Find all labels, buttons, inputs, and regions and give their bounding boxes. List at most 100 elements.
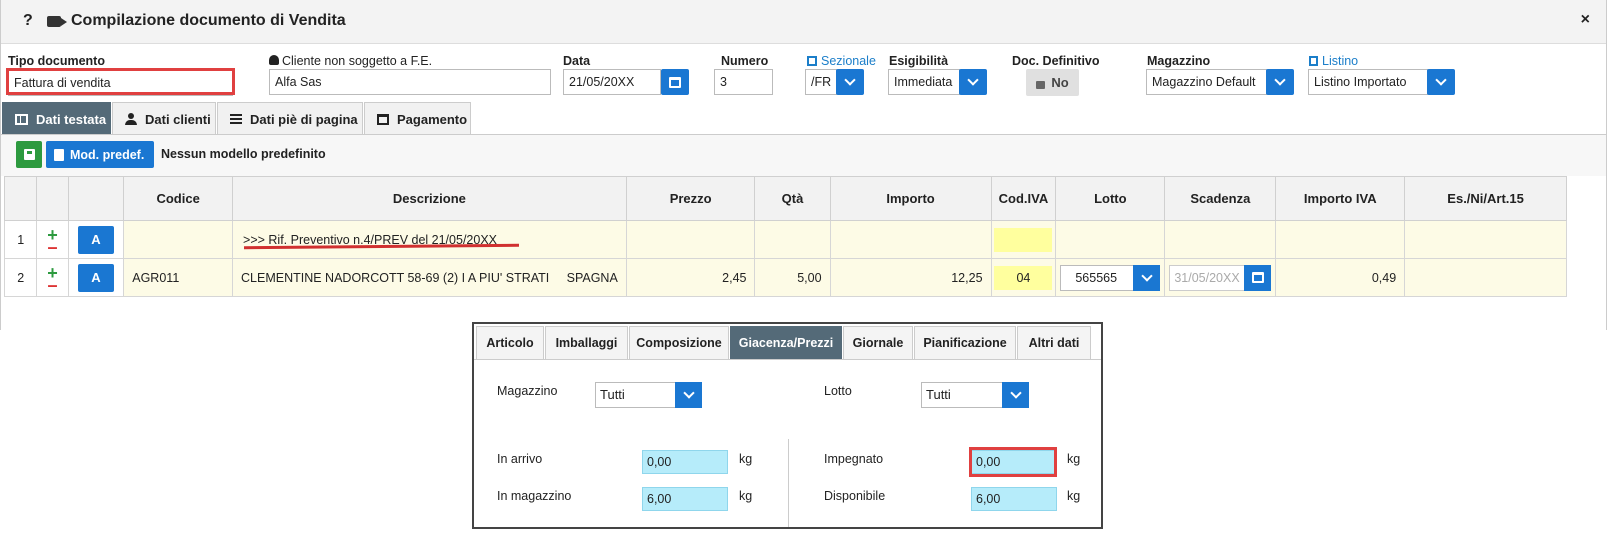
numero-field[interactable]: 3	[714, 69, 773, 95]
col-es-ni-art15[interactable]: Es./Ni/Art.15	[1404, 176, 1567, 221]
table-row[interactable]: 1 + – A >>> Rif. Preventivo n.4/PREV del…	[3, 220, 1567, 259]
cell-es[interactable]	[1404, 258, 1567, 297]
definitivo-label: Doc. Definitivo	[1012, 54, 1100, 68]
tab-dati-pie-di-pagina[interactable]: Dati piè di pagina	[217, 102, 363, 135]
tab-pianificazione[interactable]: Pianificazione	[914, 326, 1016, 359]
cell-importo-iva[interactable]	[1275, 220, 1406, 259]
floppy-icon	[23, 149, 35, 160]
chevron-down-icon	[1141, 269, 1153, 282]
video-camera-icon[interactable]	[47, 16, 67, 27]
magazzino-dropdown-button[interactable]	[1266, 69, 1294, 95]
document-dialog: ? Compilazione documento di Vendita × Ti…	[0, 0, 1607, 330]
help-icon[interactable]: ?	[23, 12, 33, 30]
cell-descrizione[interactable]: CLEMENTINE NADORCOTT 58-69 (2) I A PIU' …	[232, 258, 627, 297]
in-arrivo-field[interactable]: 0,00	[642, 450, 728, 474]
col-importo-iva[interactable]: Importo IVA	[1275, 176, 1406, 221]
mod-predef-button[interactable]: Mod. predef.	[46, 141, 154, 168]
lock-icon	[1036, 80, 1046, 89]
cell-codice[interactable]	[123, 220, 234, 259]
table-row[interactable]: 2 + – A AGR011 CLEMENTINE NADORCOTT 58-6…	[3, 258, 1567, 297]
esigibilita-select[interactable]: Immediata	[888, 69, 960, 95]
col-lotto[interactable]: Lotto	[1055, 176, 1166, 221]
tab-altri-dati[interactable]: Altri dati	[1017, 326, 1091, 359]
tab-dati-testata[interactable]: Dati testata	[2, 102, 111, 135]
in-magazzino-field[interactable]: 6,00	[642, 487, 728, 511]
cliente-label: Cliente non soggetto a F.E.	[269, 54, 432, 68]
esigibilita-dropdown-button[interactable]	[959, 69, 987, 95]
cell-scadenza[interactable]	[1164, 220, 1277, 259]
lotto-filter-select[interactable]: Tutti	[921, 382, 1029, 408]
cell-codice[interactable]: AGR011	[123, 258, 234, 297]
tab-articolo[interactable]: Articolo	[476, 326, 544, 359]
col-descrizione[interactable]: Descrizione	[232, 176, 627, 221]
col-importo[interactable]: Importo	[829, 176, 992, 221]
calendar-icon	[669, 76, 681, 88]
cell-es[interactable]	[1404, 220, 1567, 259]
definitivo-toggle[interactable]: No	[1026, 69, 1079, 96]
highlight-box	[6, 68, 235, 95]
definitivo-value: No	[1051, 75, 1069, 90]
tab-imballaggi[interactable]: Imballaggi	[545, 326, 628, 359]
tab-giacenza-prezzi[interactable]: Giacenza/Prezzi	[730, 326, 842, 359]
data-field[interactable]: 21/05/20XX	[563, 69, 661, 95]
calendar-icon	[377, 113, 389, 125]
sezionale-link[interactable]: Sezionale	[807, 54, 876, 68]
cell-lotto[interactable]	[1055, 220, 1166, 259]
cell-importo-iva[interactable]: 0,49	[1275, 258, 1406, 297]
cell-cod-iva[interactable]: 04	[990, 258, 1057, 297]
title-bar: ? Compilazione documento di Vendita ×	[1, 0, 1606, 44]
esigibilita-label: Esigibilità	[889, 54, 949, 68]
row-a-cell: A	[67, 258, 125, 297]
listino-dropdown-button[interactable]	[1427, 69, 1455, 95]
cell-lotto[interactable]: 565565	[1055, 258, 1166, 297]
cell-cod-iva[interactable]	[990, 220, 1057, 259]
sezionale-dropdown-button[interactable]	[836, 69, 864, 95]
date-picker-button[interactable]	[661, 69, 689, 95]
col-cod-iva[interactable]: Cod.IVA	[990, 176, 1057, 221]
minus-icon[interactable]: –	[37, 238, 67, 256]
col-qta[interactable]: Qtà	[754, 176, 831, 221]
close-icon[interactable]: ×	[1581, 11, 1590, 29]
sezionale-select[interactable]: /FR	[805, 69, 837, 95]
window-title: Compilazione documento di Vendita	[71, 12, 346, 29]
lotto-select[interactable]: 565565	[1060, 264, 1161, 291]
save-button[interactable]	[16, 141, 42, 168]
impegnato-unit: kg	[1067, 452, 1081, 466]
scadenza-date-button[interactable]	[1244, 264, 1272, 291]
disponibile-unit: kg	[1067, 489, 1081, 503]
cell-prezzo[interactable]: 2,45	[625, 258, 756, 297]
tab-giornale[interactable]: Giornale	[843, 326, 913, 359]
lotto-dropdown-button[interactable]	[1133, 264, 1161, 291]
cell-scadenza[interactable]: 31/05/20XX	[1164, 258, 1277, 297]
article-detail-panel: Articolo Imballaggi Composizione Giacenz…	[472, 322, 1103, 529]
disponibile-field[interactable]: 6,00	[971, 487, 1057, 511]
table-icon	[15, 113, 28, 125]
row-a-button[interactable]: A	[78, 263, 114, 292]
cell-importo[interactable]: 12,25	[829, 258, 992, 297]
tab-dati-clienti[interactable]: Dati clienti	[112, 102, 216, 135]
cliente-field[interactable]: Alfa Sas	[269, 69, 551, 95]
col-index	[3, 176, 38, 221]
cell-importo[interactable]	[829, 220, 992, 259]
scadenza-field[interactable]: 31/05/20XX	[1169, 264, 1272, 291]
in-arrivo-unit: kg	[739, 452, 753, 466]
cell-qta[interactable]	[754, 220, 831, 259]
listino-select[interactable]: Listino Importato	[1308, 69, 1428, 95]
magazzino-filter-select[interactable]: Tutti	[595, 382, 702, 408]
cell-descrizione[interactable]: >>> Rif. Preventivo n.4/PREV del 21/05/2…	[232, 220, 627, 259]
cell-qta[interactable]: 5,00	[754, 258, 831, 297]
col-scadenza[interactable]: Scadenza	[1164, 176, 1277, 221]
data-label: Data	[563, 54, 591, 68]
row-a-button[interactable]: A	[78, 225, 114, 254]
listino-link[interactable]: Listino	[1309, 54, 1358, 68]
lotto-filter-dropdown[interactable]	[1002, 382, 1029, 408]
cell-prezzo[interactable]	[625, 220, 756, 259]
minus-icon[interactable]: –	[37, 276, 67, 294]
tab-pagamento[interactable]: Pagamento	[364, 102, 471, 135]
magazzino-select[interactable]: Magazzino Default	[1146, 69, 1267, 95]
lotto-filter-value: Tutti	[926, 387, 951, 402]
tab-composizione[interactable]: Composizione	[629, 326, 729, 359]
col-codice[interactable]: Codice	[123, 176, 234, 221]
col-prezzo[interactable]: Prezzo	[625, 176, 756, 221]
magazzino-filter-dropdown[interactable]	[675, 382, 702, 408]
